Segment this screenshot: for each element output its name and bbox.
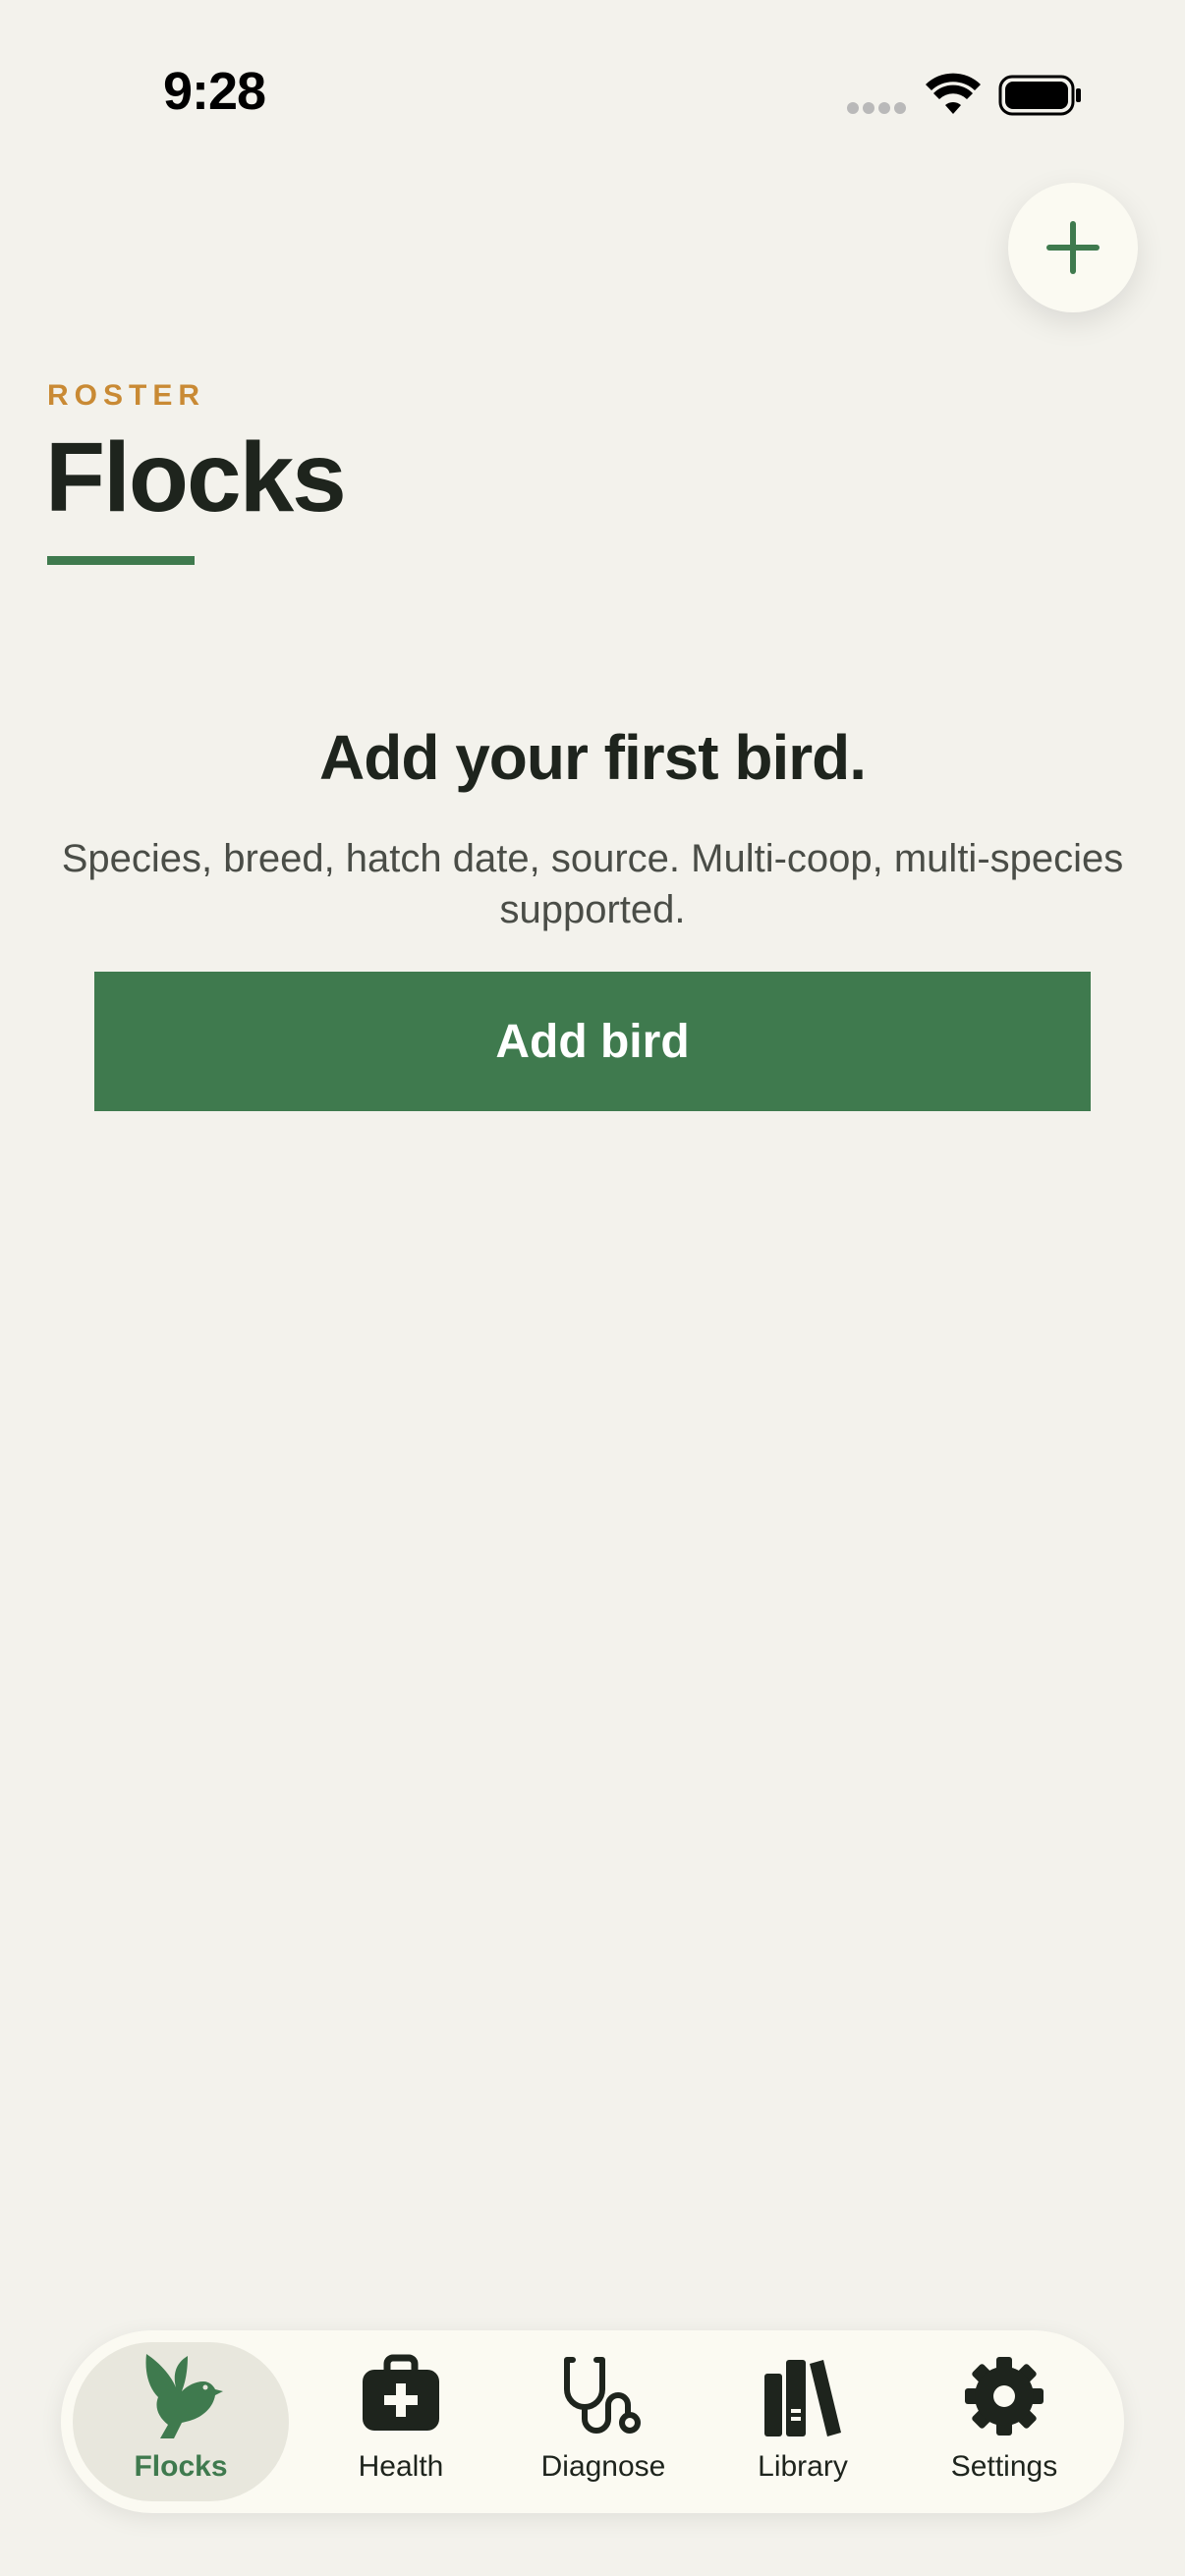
add-fab-button[interactable] [1008, 183, 1138, 312]
cellular-signal-icon [847, 102, 908, 116]
tab-label-settings: Settings [950, 2450, 1058, 2483]
empty-state-description: Species, breed, hatch date, source. Mult… [61, 837, 1124, 931]
tab-health[interactable]: Health [314, 2342, 487, 2501]
plus-icon [1046, 221, 1100, 274]
tab-label-flocks: Flocks [134, 2450, 228, 2483]
tab-diagnose[interactable]: Diagnose [501, 2342, 705, 2501]
tab-library[interactable]: Library [729, 2342, 876, 2501]
medical-kit-icon [363, 2354, 439, 2431]
gear-icon [965, 2357, 1044, 2436]
stethoscope-icon [564, 2357, 641, 2434]
battery-icon [998, 75, 1081, 116]
tab-flocks[interactable]: Flocks [73, 2342, 289, 2501]
empty-state-heading: Add your first bird. [319, 722, 867, 793]
status-bar: 9:28 [0, 0, 1185, 196]
section-eyebrow: ROSTER [47, 379, 206, 412]
add-bird-button[interactable]: Add bird [94, 972, 1091, 1111]
books-icon [764, 2360, 841, 2436]
title-underline [47, 556, 195, 565]
tab-settings[interactable]: Settings [906, 2342, 1102, 2501]
status-time: 9:28 [163, 62, 266, 121]
tab-label-diagnose: Diagnose [540, 2450, 666, 2483]
tab-bar: Flocks Health Diagnose Library Settings [61, 2330, 1124, 2513]
bird-icon [145, 2354, 223, 2438]
page-title: Flocks [45, 422, 347, 532]
wifi-icon [926, 73, 981, 114]
tab-label-library: Library [758, 2450, 848, 2483]
tab-label-health: Health [358, 2450, 444, 2483]
